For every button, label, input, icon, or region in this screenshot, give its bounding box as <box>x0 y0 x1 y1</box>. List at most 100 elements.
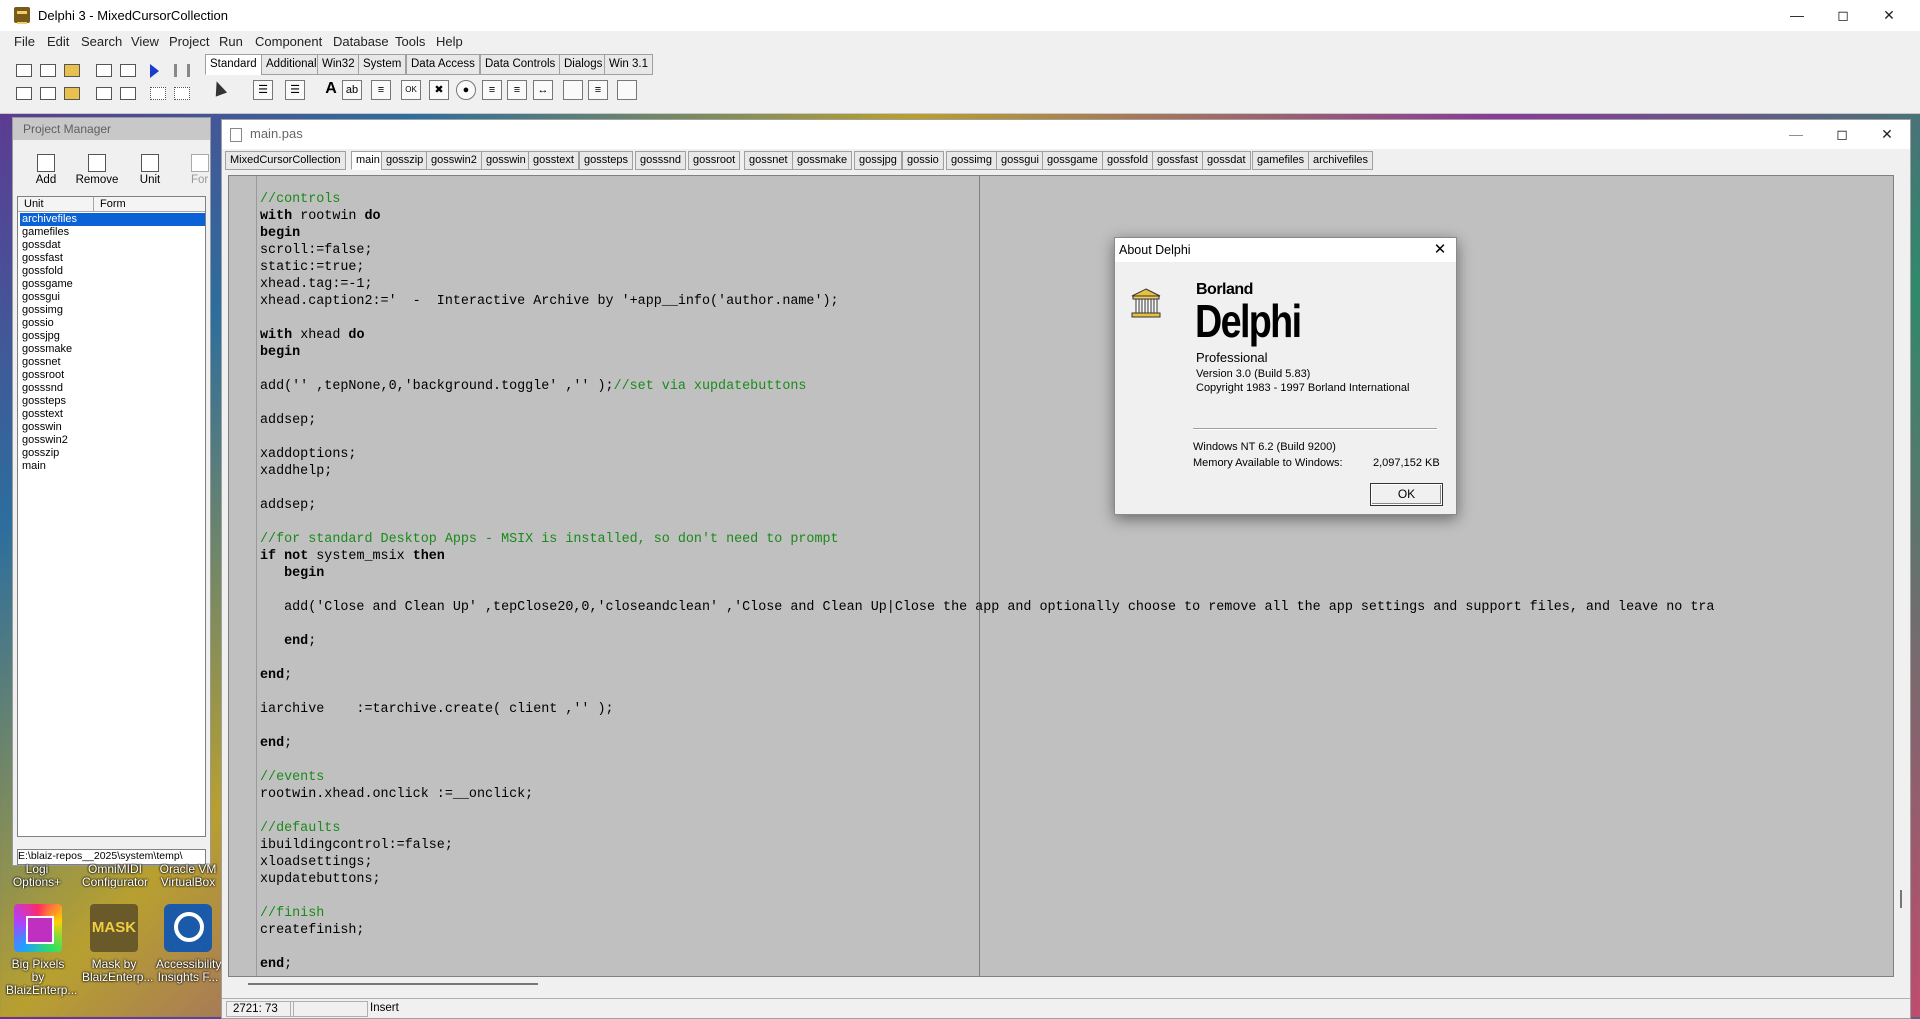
memo-icon[interactable]: ≡ <box>371 80 391 100</box>
open-file-icon[interactable] <box>64 64 80 77</box>
palette-tab-data-controls[interactable]: Data Controls <box>480 54 561 75</box>
menu-project[interactable]: Project <box>169 34 209 49</box>
unit-item-archivefiles[interactable]: archivefiles <box>20 213 205 226</box>
palette-tab-system[interactable]: System <box>358 54 407 75</box>
palette-tab-standard[interactable]: Standard <box>205 54 262 75</box>
editor-tab-gossfold[interactable]: gossfold <box>1102 151 1153 170</box>
unit-item[interactable]: gossdat <box>20 239 205 252</box>
menu-file[interactable]: File <box>14 34 35 49</box>
editor-tab-gosswin[interactable]: gosswin <box>481 151 531 170</box>
palette-tab-win32[interactable]: Win32 <box>317 54 360 75</box>
button-icon[interactable]: OK <box>401 80 421 100</box>
new-form-icon[interactable] <box>40 64 56 77</box>
new-icon[interactable] <box>120 87 136 100</box>
project-manager-title-bar[interactable]: Project Manager <box>13 118 210 140</box>
menu-database[interactable]: Database <box>333 34 389 49</box>
editor-tab-gossteps[interactable]: gossteps <box>579 151 634 170</box>
unit-item[interactable]: main <box>20 460 205 473</box>
menu-tools[interactable]: Tools <box>395 34 425 49</box>
editor-tab-gossnet[interactable]: gossnet <box>744 151 793 170</box>
add-file-icon[interactable] <box>40 87 56 100</box>
open-project-icon[interactable] <box>16 64 32 77</box>
unit-item[interactable]: gossfold <box>20 265 205 278</box>
desktop-shortcut-accessibility-insights[interactable]: Accessibility Insights F... <box>156 904 221 1014</box>
menu-edit[interactable]: Edit <box>47 34 69 49</box>
checkbox-icon[interactable]: ✖ <box>429 80 449 100</box>
editor-tab-gosstext[interactable]: gosstext <box>528 151 579 170</box>
label-icon[interactable]: A <box>322 80 340 98</box>
editor-tab-gosssnd[interactable]: gosssnd <box>635 151 686 170</box>
desktop-shortcut-mask[interactable]: MASK Mask by BlaizEnterp... <box>82 904 153 1014</box>
palette-tab-win31[interactable]: Win 3.1 <box>604 54 653 75</box>
editor-tab-gossimg[interactable]: gossimg <box>946 151 997 170</box>
menu-help[interactable]: Help <box>436 34 463 49</box>
editor-tab-gosswin2[interactable]: gosswin2 <box>426 151 482 170</box>
radiogroup-icon[interactable]: ≡ <box>588 80 608 100</box>
save-all-icon[interactable] <box>16 87 32 100</box>
unit-item[interactable]: gosszip <box>20 447 205 460</box>
unit-item[interactable]: gamefiles <box>20 226 205 239</box>
editor-tab-main[interactable]: main <box>351 151 385 170</box>
palette-tab-additional[interactable]: Additional <box>261 54 322 75</box>
desktop-shortcut-big-pixels[interactable]: Big Pixels by BlaizEnterp... <box>6 904 77 1014</box>
unit-item[interactable]: gosswin2 <box>20 434 205 447</box>
unit-item[interactable]: gossnet <box>20 356 205 369</box>
view-unit-icon[interactable] <box>96 64 112 77</box>
listbox-icon[interactable]: ≡ <box>482 80 502 100</box>
view-form-icon[interactable] <box>120 64 136 77</box>
pm-unit-button[interactable]: Unit <box>135 154 165 186</box>
desktop-label-virtualbox[interactable]: Oracle VM VirtualBox <box>156 863 220 889</box>
unit-item[interactable]: gosstext <box>20 408 205 421</box>
code-area[interactable]: //controls with rootwin do begin scroll:=fa… <box>228 175 1894 977</box>
ok-button[interactable]: OK <box>1370 483 1443 506</box>
unit-item[interactable]: gossroot <box>20 369 205 382</box>
maximize-button[interactable]: ◻ <box>1820 0 1866 31</box>
editor-tab-mixedcursorcollection[interactable]: MixedCursorCollection <box>225 151 346 170</box>
groupbox-icon[interactable] <box>563 80 583 100</box>
remove-file-icon[interactable] <box>64 87 80 100</box>
editor-tab-gossfast[interactable]: gossfast <box>1152 151 1203 170</box>
radiobutton-icon[interactable]: ● <box>456 80 476 100</box>
palette-tab-data-access[interactable]: Data Access <box>406 54 480 75</box>
panel-icon[interactable] <box>617 80 637 100</box>
unit-item[interactable]: gossmake <box>20 343 205 356</box>
unit-item[interactable]: gossgame <box>20 278 205 291</box>
menu-search[interactable]: Search <box>81 34 122 49</box>
editor-tab-gossgui[interactable]: gossgui <box>996 151 1044 170</box>
menu-run[interactable]: Run <box>219 34 243 49</box>
column-form[interactable]: Form <box>100 198 126 210</box>
column-unit[interactable]: Unit <box>24 198 44 210</box>
toggle-form-unit-icon[interactable] <box>96 87 112 100</box>
palette-tab-dialogs[interactable]: Dialogs <box>559 54 608 75</box>
unit-item[interactable]: gosswin <box>20 421 205 434</box>
editor-close-button[interactable]: ✕ <box>1864 120 1910 149</box>
editor-title-bar[interactable]: main.pas — ◻ ✕ <box>222 120 1910 149</box>
minimize-button[interactable]: — <box>1774 0 1820 31</box>
horizontal-scrollbar[interactable] <box>228 977 1892 991</box>
step-over-icon[interactable] <box>174 87 190 100</box>
unit-item[interactable]: gossimg <box>20 304 205 317</box>
editor-gutter[interactable] <box>229 176 257 976</box>
unit-item[interactable]: gossjpg <box>20 330 205 343</box>
mainmenu-icon[interactable]: ☰ <box>253 80 273 100</box>
combobox-icon[interactable]: ≡ <box>507 80 527 100</box>
about-close-icon[interactable]: ✕ <box>1428 240 1452 260</box>
editor-tab-gossroot[interactable]: gossroot <box>688 151 741 170</box>
unit-item[interactable]: gossteps <box>20 395 205 408</box>
pm-form-button[interactable]: Form <box>191 154 209 186</box>
horizontal-scroll-thumb[interactable] <box>248 983 538 985</box>
unit-item[interactable]: gosssnd <box>20 382 205 395</box>
editor-tab-gossjpg[interactable]: gossjpg <box>854 151 902 170</box>
editor-tab-archivefiles[interactable]: archivefiles <box>1308 151 1374 170</box>
pm-remove-button[interactable]: Remove <box>75 154 119 186</box>
close-button[interactable]: ✕ <box>1866 0 1912 31</box>
pointer-icon[interactable] <box>210 79 228 97</box>
vertical-scroll-thumb[interactable] <box>1900 890 1902 908</box>
unit-item[interactable]: gossio <box>20 317 205 330</box>
column-divider[interactable] <box>93 197 94 211</box>
pm-add-button[interactable]: Add <box>31 154 61 186</box>
editor-tab-gossmake[interactable]: gossmake <box>792 151 853 170</box>
menu-view[interactable]: View <box>131 34 159 49</box>
editor-tab-gossgame[interactable]: gossgame <box>1042 151 1103 170</box>
pause-icon[interactable] <box>174 64 190 77</box>
